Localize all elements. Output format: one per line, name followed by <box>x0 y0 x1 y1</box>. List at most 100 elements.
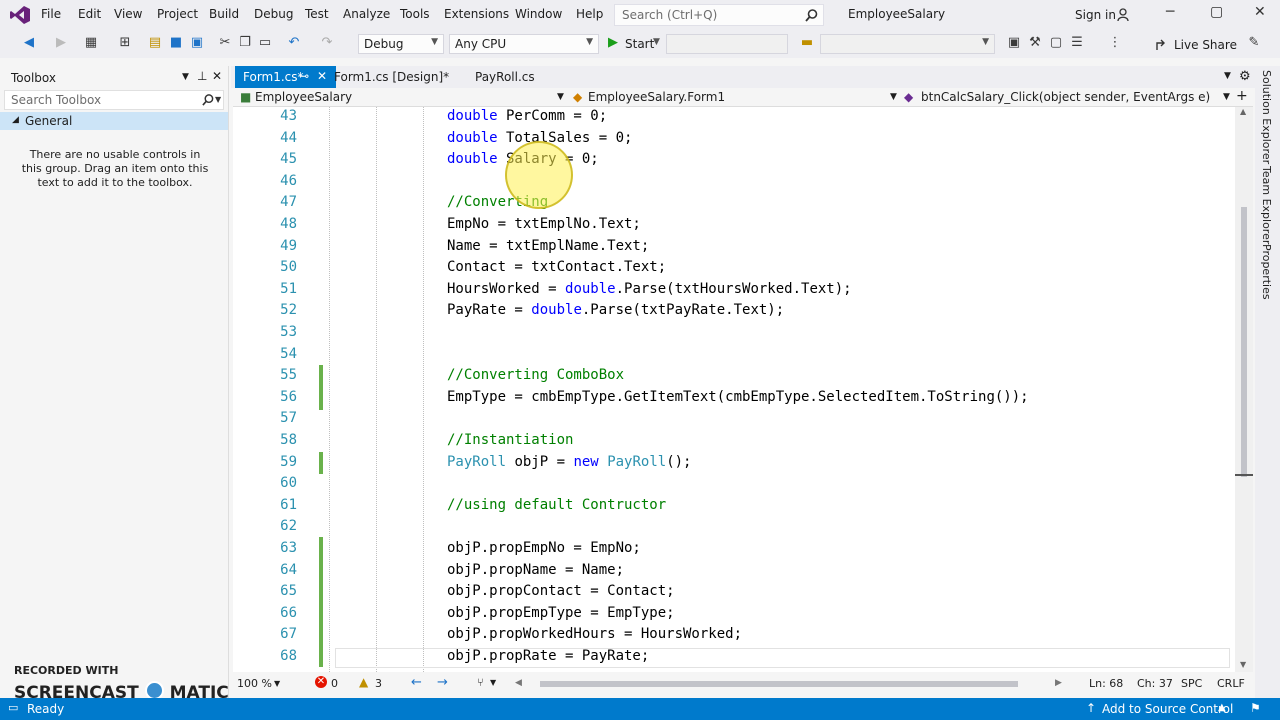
warning-count[interactable]: 3 <box>375 677 382 690</box>
back-icon[interactable]: ◀ <box>22 36 36 50</box>
branch-chevron-icon[interactable]: ▼ <box>490 678 496 687</box>
forward-icon[interactable]: ▶ <box>54 36 68 50</box>
code-line[interactable]: Contact = txtContact.Text; <box>447 259 666 275</box>
close-panel-icon[interactable]: ✕ <box>212 69 222 83</box>
properties-tab[interactable]: Properties <box>1260 244 1273 300</box>
split-editor-icon[interactable]: + <box>1236 88 1248 104</box>
start-chevron-icon[interactable]: ▼ <box>653 37 660 47</box>
search-options-icon[interactable]: ▼ <box>215 95 221 104</box>
open-file-icon[interactable]: ▤ <box>148 36 162 50</box>
nav-project-dropdown[interactable]: EmployeeSalary <box>255 90 352 104</box>
list-icon[interactable]: ☰ <box>1070 36 1084 50</box>
notifications-bell-icon[interactable]: ⚑ <box>1250 701 1261 715</box>
solution-explorer-tab[interactable]: Solution Explorer <box>1260 70 1273 164</box>
redo-icon[interactable]: ↷ <box>320 36 334 50</box>
code-line[interactable]: EmpNo = txtEmplNo.Text; <box>447 216 641 232</box>
overflow-icon[interactable]: ⋮ <box>1108 36 1122 50</box>
zoom-level[interactable]: 100 % <box>237 677 272 690</box>
tools-icon[interactable]: ⚒ <box>1028 36 1042 50</box>
add-item-icon[interactable]: ⊞ <box>118 36 132 50</box>
code-line[interactable]: objP.propEmpNo = EmpNo; <box>447 540 641 556</box>
live-share-icon[interactable] <box>1156 39 1169 51</box>
menu-project[interactable]: Project <box>157 7 198 21</box>
menu-window[interactable]: Window <box>515 7 562 21</box>
tab-form1-cs[interactable]: Form1.cs* ⊸ ✕ <box>235 66 336 88</box>
chevron-down-icon[interactable]: ▼ <box>557 92 564 102</box>
user-icon[interactable] <box>1117 8 1130 21</box>
code-line[interactable]: HoursWorked = double.Parse(txtHoursWorke… <box>447 281 852 297</box>
start-button-label[interactable]: Start <box>625 37 654 51</box>
quick-launch-search[interactable]: Search (Ctrl+Q) <box>614 4 824 26</box>
save-icon[interactable]: ■ <box>169 36 183 50</box>
menu-extensions[interactable]: Extensions <box>444 7 509 21</box>
code-editor[interactable]: 43 double PerComm = 0; 44 double TotalSales… <box>233 107 1235 672</box>
branch-icon[interactable]: ⑂ <box>477 676 484 689</box>
pin-tab-icon[interactable]: ⊸ <box>299 69 309 83</box>
code-line[interactable]: PayRate = double.Parse(txtPayRate.Text); <box>447 302 784 318</box>
menu-edit[interactable]: Edit <box>78 7 101 21</box>
paste-icon[interactable]: ▭ <box>258 36 272 50</box>
undo-icon[interactable]: ↶ <box>287 36 301 50</box>
code-line[interactable]: objP.propWorkedHours = HoursWorked; <box>447 626 742 642</box>
maximize-icon[interactable]: ▢ <box>1210 4 1223 20</box>
solution-configuration-dropdown[interactable]: Debug ▼ <box>358 34 444 54</box>
toolbar-extra-icon[interactable]: ▬ <box>800 36 814 50</box>
scroll-up-icon[interactable]: ▲ <box>1240 107 1246 116</box>
menu-analyze[interactable]: Analyze <box>343 7 390 21</box>
new-project-icon[interactable]: ▦ <box>84 36 98 50</box>
menu-debug[interactable]: Debug <box>254 7 293 21</box>
toolbox-group-general[interactable]: ◢ General <box>0 112 228 130</box>
scrollbar-thumb[interactable] <box>1241 207 1247 477</box>
sign-in-link[interactable]: Sign in <box>1075 8 1116 22</box>
tab-payroll-cs[interactable]: PayRoll.cs <box>467 66 557 88</box>
toolbox-options-icon[interactable]: ▼ <box>182 72 189 82</box>
code-line[interactable]: Name = txtEmplName.Text; <box>447 238 649 254</box>
save-all-icon[interactable]: ▣ <box>190 36 204 50</box>
horizontal-scrollbar-thumb[interactable] <box>540 681 1018 687</box>
nav-class-dropdown[interactable]: EmployeeSalary.Form1 <box>588 90 725 104</box>
close-window-icon[interactable]: ✕ <box>1254 4 1266 20</box>
chevron-up-icon[interactable]: ▲ <box>1218 702 1226 713</box>
code-line[interactable]: PayRoll objP = new PayRoll(); <box>447 454 692 470</box>
code-line[interactable]: //Converting ComboBox <box>447 367 624 383</box>
menu-test[interactable]: Test <box>305 7 329 21</box>
scroll-right-icon[interactable]: ▶ <box>1055 678 1062 688</box>
line-ending-mode[interactable]: CRLF <box>1217 677 1245 690</box>
tab-overflow-icon[interactable]: ▼ <box>1224 71 1231 81</box>
error-count[interactable]: 0 <box>331 677 338 690</box>
pin-icon[interactable]: ⊥ <box>197 69 207 83</box>
toolbox-search-input[interactable]: Search Toolbox ▼ <box>4 90 224 110</box>
code-line[interactable]: objP.propName = Name; <box>447 562 624 578</box>
warning-icon[interactable]: ▲ <box>359 675 368 689</box>
settings-gear-icon[interactable]: ⚙ <box>1239 69 1251 84</box>
menu-help[interactable]: Help <box>576 7 603 21</box>
code-line[interactable]: //Instantiation <box>447 432 573 448</box>
menu-view[interactable]: View <box>114 7 142 21</box>
window-icon[interactable]: ▢ <box>1049 36 1063 50</box>
menu-file[interactable]: File <box>41 7 61 21</box>
code-line[interactable]: double PerComm = 0; <box>447 108 607 124</box>
minimize-icon[interactable]: ─ <box>1166 4 1174 20</box>
cut-icon[interactable]: ✂ <box>218 36 232 50</box>
copy-icon[interactable]: ❐ <box>238 36 252 50</box>
code-line[interactable]: objP.propContact = Contact; <box>447 583 675 599</box>
menu-tools[interactable]: Tools <box>400 7 430 21</box>
visual-studio-logo-icon[interactable] <box>10 6 30 24</box>
code-line[interactable]: EmpType = cmbEmpType.GetItemText(cmbEmpT… <box>447 389 1029 405</box>
scroll-left-icon[interactable]: ◀ <box>515 678 522 688</box>
nav-member-dropdown[interactable]: btnCalcSalary_Click(object sender, Event… <box>921 90 1210 104</box>
next-issue-icon[interactable]: → <box>437 675 448 690</box>
live-share-button[interactable]: Live Share <box>1174 38 1237 52</box>
debug-target-dropdown[interactable] <box>666 34 788 54</box>
layout-icon[interactable]: ▣ <box>1007 36 1021 50</box>
tab-form1-design[interactable]: Form1.cs [Design]* <box>326 66 476 88</box>
find-dropdown[interactable]: ▼ <box>820 34 995 54</box>
scroll-down-icon[interactable]: ▼ <box>1240 660 1246 669</box>
code-line[interactable]: objP.propEmpType = EmpType; <box>447 605 675 621</box>
start-play-icon[interactable]: ▶ <box>606 36 620 50</box>
code-line[interactable]: objP.propRate = PayRate; <box>447 648 649 664</box>
chevron-down-icon[interactable]: ▼ <box>890 92 897 102</box>
arrow-up-icon[interactable]: ↑ <box>1086 701 1096 715</box>
zoom-chevron-icon[interactable]: ▼ <box>274 679 280 688</box>
add-to-source-control-button[interactable]: Add to Source Control <box>1102 702 1233 716</box>
